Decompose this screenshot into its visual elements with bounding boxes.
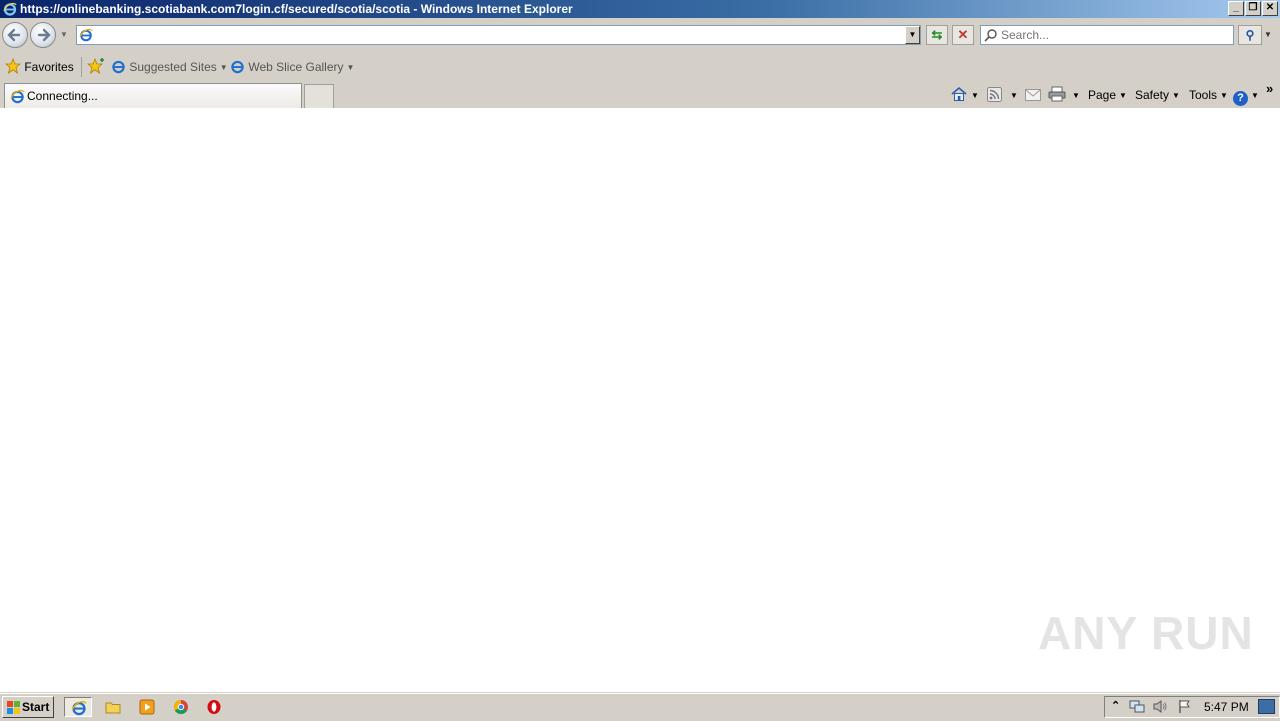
volume-icon[interactable]	[1152, 699, 1168, 714]
page-content-area[interactable]	[0, 108, 1280, 692]
rss-feed-icon	[987, 87, 1002, 102]
mail-icon	[1025, 89, 1041, 101]
chevron-down-icon: ▼	[1172, 91, 1180, 100]
internet-explorer-icon	[10, 89, 25, 104]
suggested-sites-label: Suggested Sites	[129, 60, 217, 74]
printer-icon	[1048, 86, 1066, 102]
add-favorite-star-icon	[86, 57, 104, 74]
show-hidden-icons-button[interactable]: ⌃	[1111, 699, 1120, 712]
close-button[interactable]: ✕	[1262, 1, 1278, 16]
minimize-button[interactable]: _	[1228, 1, 1244, 16]
new-tab-button[interactable]	[304, 84, 334, 108]
taskbar-chrome-button[interactable]	[167, 697, 195, 717]
window-title: https://onlinebanking.scotiabank.com7log…	[20, 2, 573, 16]
chevron-down-icon: ▼	[1119, 91, 1127, 100]
taskbar-opera-button[interactable]	[200, 697, 228, 717]
forward-arrow-icon	[37, 28, 51, 42]
favorites-label: Favorites	[24, 60, 74, 74]
tools-menu[interactable]: Tools ▼	[1189, 86, 1228, 104]
anyrun-watermark: ANY RUN	[1038, 607, 1254, 659]
network-icon[interactable]	[1129, 699, 1145, 714]
search-go-button[interactable]: ⚲	[1238, 25, 1262, 45]
chevron-down-icon: ▼	[219, 63, 228, 72]
home-icon	[951, 86, 967, 101]
taskbar-internet-explorer-button[interactable]	[64, 697, 92, 717]
web-slice-gallery-link[interactable]: Web Slice Gallery ▼	[230, 58, 354, 76]
taskbar-media-player-button[interactable]	[133, 697, 161, 717]
web-slice-gallery-label: Web Slice Gallery	[248, 60, 344, 74]
print-button[interactable]: ▼	[1048, 86, 1080, 104]
safety-menu[interactable]: Safety ▼	[1135, 86, 1180, 104]
address-input[interactable]	[95, 27, 903, 43]
chevron-down-icon: ▼	[1010, 91, 1018, 100]
start-button[interactable]: Start	[2, 696, 54, 718]
forward-button[interactable]	[30, 22, 56, 48]
tools-menu-label: Tools	[1189, 88, 1218, 102]
folder-icon	[105, 702, 121, 714]
taskbar-explorer-button[interactable]	[99, 697, 127, 717]
action-center-flag-icon[interactable]	[1177, 699, 1193, 714]
chevron-down-icon: ▼	[1220, 91, 1228, 100]
search-input[interactable]	[1001, 27, 1229, 43]
back-button[interactable]	[2, 22, 28, 48]
safety-menu-label: Safety	[1135, 88, 1170, 102]
tab-connecting[interactable]: Connecting...	[4, 83, 302, 108]
internet-explorer-icon	[71, 700, 87, 716]
help-icon: ?	[1233, 91, 1248, 106]
address-dropdown-button[interactable]: ▼	[905, 26, 920, 44]
windows-logo-icon	[7, 701, 20, 714]
start-label: Start	[22, 700, 50, 714]
restore-button[interactable]: ❐	[1245, 1, 1261, 16]
chevron-down-icon: ▼	[1072, 91, 1080, 100]
star-icon	[4, 57, 22, 74]
opera-icon	[207, 700, 221, 714]
favorites-button[interactable]: Favorites	[4, 57, 74, 76]
tab-label: Connecting...	[27, 89, 98, 103]
suggested-sites-link[interactable]: Suggested Sites ▼	[111, 58, 228, 76]
address-bar[interactable]: ▼	[76, 25, 921, 45]
add-to-favorites-bar-button[interactable]	[86, 57, 105, 76]
search-options-dropdown-icon[interactable]: ▼	[1264, 30, 1272, 39]
more-commands-icon[interactable]: »	[1266, 80, 1273, 98]
chevron-down-icon: ▼	[971, 91, 979, 100]
chevron-down-icon: ▼	[346, 63, 355, 72]
page-menu-label: Page	[1088, 88, 1117, 102]
internet-explorer-icon	[231, 60, 244, 74]
internet-explorer-icon	[3, 2, 17, 16]
page-menu[interactable]: Page ▼	[1088, 86, 1127, 104]
read-mail-button[interactable]	[1025, 86, 1041, 104]
search-icon	[984, 29, 997, 42]
home-button[interactable]: ▼	[950, 86, 979, 104]
help-menu[interactable]: ? ▼	[1233, 86, 1259, 106]
title-bar: https://onlinebanking.scotiabank.com7log…	[0, 0, 1280, 18]
search-box[interactable]	[980, 25, 1234, 45]
favorites-divider	[81, 57, 82, 77]
taskbar-clock[interactable]: 5:47 PM	[1204, 700, 1249, 714]
internet-explorer-icon	[112, 60, 125, 74]
back-arrow-icon	[7, 28, 21, 42]
chevron-down-icon: ▼	[1251, 91, 1259, 100]
feeds-button[interactable]: ▼	[987, 86, 1018, 104]
recent-pages-dropdown-icon[interactable]: ▼	[60, 30, 68, 39]
media-player-icon	[139, 699, 155, 715]
internet-explorer-icon	[79, 28, 93, 42]
stop-button[interactable]: ✕	[952, 25, 974, 45]
chrome-icon	[174, 700, 188, 714]
refresh-button[interactable]: ⇆	[926, 25, 948, 45]
show-desktop-button[interactable]	[1258, 699, 1275, 714]
